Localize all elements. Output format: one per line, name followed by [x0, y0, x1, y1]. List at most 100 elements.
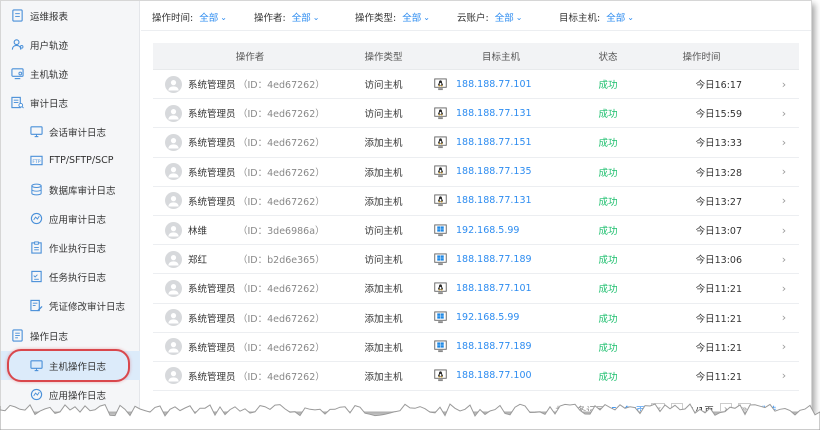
column-header-status[interactable]: 状态	[582, 49, 634, 63]
sidebar-item-1[interactable]: 用户轨迹	[1, 30, 140, 59]
first-page-button[interactable]: «	[651, 403, 666, 411]
chevron-right-icon[interactable]: ›	[769, 78, 799, 91]
table-row[interactable]: 系统管理员 （ID：4ed67262） 访问主机 188.188.77.101 …	[153, 70, 799, 100]
chevron-right-icon[interactable]: ›	[769, 340, 799, 353]
table-row[interactable]: 系统管理员 （ID：4ed67262） 添加主机 192.168.5.99 成功…	[153, 304, 799, 333]
credential-icon	[30, 299, 43, 312]
user-avatar-icon	[167, 311, 180, 324]
operator-name: 系统管理员	[188, 138, 236, 150]
filter-value-dropdown[interactable]: 全部	[292, 10, 311, 24]
filter-value-dropdown[interactable]: 全部	[199, 10, 218, 24]
host-ip-link[interactable]: 188.188.77.151	[456, 137, 532, 148]
host-ip-link[interactable]: 188.188.77.135	[456, 166, 532, 177]
sidebar-item-3[interactable]: 审计日志	[1, 88, 140, 117]
sidebar-item-label: 凭证修改审计日志	[49, 301, 126, 313]
sidebar-item-7[interactable]: 应用审计日志	[1, 204, 140, 233]
linux-icon	[434, 136, 447, 149]
chevron-right-icon[interactable]: ›	[769, 194, 799, 207]
table-row[interactable]: 系统管理员 （ID：4ed67262） 添加主机 188.188.77.151 …	[153, 128, 799, 158]
sidebar-item-0[interactable]: 运维报表	[1, 1, 140, 30]
host-ip-link[interactable]: 188.188.77.131	[456, 195, 532, 206]
host-ip-link[interactable]: 188.188.77.131	[456, 108, 532, 119]
filter-value-dropdown[interactable]: 全部	[495, 10, 514, 24]
sidebar-item-5[interactable]: FTP FTP/SFTP/SCP	[1, 146, 140, 175]
host-ip-link[interactable]: 188.188.77.189	[456, 341, 532, 352]
host-cell: 188.188.77.131	[420, 194, 582, 207]
operator-id: （ID：4ed67262）	[238, 167, 325, 179]
user-avatar-icon	[167, 78, 180, 91]
host-ip-link[interactable]: 188.188.77.101	[456, 283, 532, 294]
type-cell: 添加主机	[347, 369, 420, 383]
table-row[interactable]: 系统管理员 （ID：4ed67262） 访问主机 188.188.77.131 …	[153, 99, 799, 129]
time-cell: 今日11:21	[634, 340, 769, 354]
time-cell: 今日11:21	[634, 369, 769, 383]
column-header-operator[interactable]: 操作者	[153, 49, 347, 63]
host-ip-link[interactable]: 188.188.77.189	[456, 254, 532, 265]
chevron-right-icon[interactable]: ›	[769, 136, 799, 149]
operator-name: 系统管理员	[188, 313, 236, 325]
operation-type: 添加主机	[364, 167, 403, 179]
filter-4[interactable]: 目标主机: 全部 ⌄	[559, 10, 634, 25]
host-ip-link[interactable]: 192.168.5.99	[456, 312, 519, 323]
chevron-right-icon[interactable]: ›	[769, 253, 799, 266]
column-header-type[interactable]: 操作类型	[347, 49, 420, 63]
table-row[interactable]: 林维 （ID：3de6986a） 访问主机 192.168.5.99 成功 今日…	[153, 216, 799, 246]
filter-0[interactable]: 操作时间: 全部 ⌄	[152, 10, 227, 25]
filter-3[interactable]: 云账户: 全部 ⌄	[457, 10, 522, 25]
status-cell: 成功	[582, 369, 634, 383]
filter-1[interactable]: 操作者: 全部 ⌄	[254, 10, 319, 25]
host-ip-link[interactable]: 188.188.77.100	[456, 370, 532, 381]
prev-page-button[interactable]: ‹	[671, 403, 684, 411]
operator-id: （ID：4ed67262）	[238, 80, 325, 92]
table-row[interactable]: 系统管理员 （ID：4ed67262） 添加主机 188.188.77.100 …	[153, 362, 799, 392]
chevron-right-icon[interactable]: ›	[769, 165, 799, 178]
operation-type: 添加主机	[364, 313, 403, 325]
chevron-right-icon[interactable]: ›	[769, 107, 799, 120]
sidebar-item-8[interactable]: 作业执行日志	[1, 233, 140, 262]
table-row[interactable]: 郑红 （ID：b2d6e365） 访问主机 188.188.77.189 成功 …	[153, 245, 799, 275]
operation-log-icon	[11, 329, 24, 342]
chevron-right-icon[interactable]: ›	[769, 369, 799, 382]
operator-name: 郑红	[188, 255, 208, 267]
filter-value-dropdown[interactable]: 全部	[606, 10, 625, 24]
type-cell: 添加主机	[347, 281, 420, 295]
table-row[interactable]: 系统管理员 （ID：4ed67262） 添加主机 188.188.77.131 …	[153, 187, 799, 216]
column-header-host[interactable]: 目标主机	[420, 49, 582, 63]
sidebar-item-2[interactable]: 主机轨迹	[1, 59, 140, 88]
user-track-icon	[11, 38, 24, 51]
sidebar-item-11[interactable]: 操作日志	[1, 321, 140, 350]
sidebar-item-6[interactable]: 数据库审计日志	[1, 175, 140, 204]
pagination-total: 共14条记录	[555, 406, 606, 412]
page-size-select[interactable]: 50条/页	[611, 403, 645, 411]
time-cell: 今日16:17	[634, 77, 769, 91]
sidebar-item-13[interactable]: 应用操作日志	[1, 380, 140, 409]
filter-2[interactable]: 操作类型: 全部 ⌄	[355, 10, 430, 25]
table-row[interactable]: 系统管理员 （ID：4ed67262） 添加主机 188.188.77.135 …	[153, 158, 799, 187]
status-cell: 成功	[582, 165, 634, 179]
table-row[interactable]: 系统管理员 （ID：4ed67262） 添加主机 188.188.77.189 …	[153, 333, 799, 362]
last-page-button[interactable]: »	[737, 403, 752, 411]
host-ip-link[interactable]: 188.188.77.101	[456, 79, 532, 90]
sidebar-item-9[interactable]: 任务执行日志	[1, 262, 140, 291]
sidebar-item-label: 应用操作日志	[49, 390, 107, 402]
sidebar-item-label: 任务执行日志	[49, 272, 107, 284]
sidebar-item-label: 操作日志	[30, 331, 69, 343]
host-ip-link[interactable]: 192.168.5.99	[456, 225, 519, 236]
avatar	[165, 133, 182, 151]
next-page-button[interactable]: ›	[719, 403, 732, 411]
column-header-time[interactable]: 操作时间	[634, 49, 769, 63]
operator-cell: 系统管理员 （ID：4ed67262）	[153, 279, 347, 297]
sidebar-item-10[interactable]: 凭证修改审计日志	[1, 291, 140, 320]
monitor-icon	[30, 125, 43, 138]
chevron-right-icon[interactable]: ›	[769, 224, 799, 237]
sidebar-item-4[interactable]: 会话审计日志	[1, 117, 140, 146]
filter-bar: 操作时间: 全部 ⌄ 操作者: 全部 ⌄ 操作类型: 全部 ⌄ 云账户: 全部 ⌄ 目标主机: 全部 ⌄	[141, 1, 811, 31]
operation-time: 今日16:17	[695, 80, 742, 92]
chevron-right-icon[interactable]: ›	[769, 282, 799, 295]
sidebar-item-12[interactable]: 主机操作日志	[1, 351, 140, 380]
table-row[interactable]: 系统管理员 （ID：4ed67262） 添加主机 188.188.77.101 …	[153, 274, 799, 304]
jump-button[interactable]: 跳转	[757, 403, 776, 411]
filter-value-dropdown[interactable]: 全部	[402, 10, 421, 24]
operator-name: 系统管理员	[188, 284, 236, 296]
chevron-right-icon[interactable]: ›	[769, 311, 799, 324]
